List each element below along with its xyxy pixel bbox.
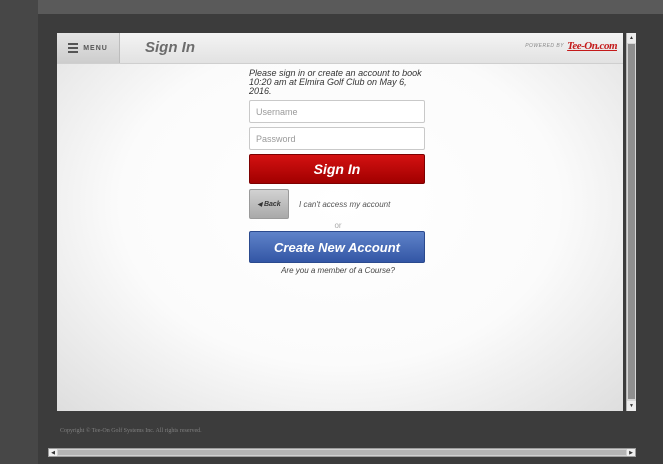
- sign-in-button[interactable]: Sign In: [249, 154, 425, 184]
- menu-label: MENU: [83, 44, 108, 52]
- left-window-border: [0, 0, 38, 464]
- powered-by-logo[interactable]: POWERED BY Tee-On.com: [525, 40, 617, 52]
- back-row: ◀ Back I can't access my account: [249, 189, 427, 219]
- hamburger-icon: [68, 43, 79, 53]
- down-arrow-icon[interactable]: ▼: [627, 401, 636, 411]
- header-bar: MENU Sign In POWERED BY Tee-On.com: [57, 33, 623, 64]
- sign-in-form: Please sign in or create an account to b…: [249, 69, 427, 275]
- sign-in-frame: MENU Sign In POWERED BY Tee-On.com Pleas…: [57, 33, 623, 411]
- powered-by-text: POWERED BY: [525, 43, 565, 49]
- or-separator: or: [334, 221, 342, 230]
- scroll-left-icon[interactable]: ◀: [49, 449, 57, 456]
- left-arrow-icon: ◀: [257, 201, 262, 208]
- up-arrow-icon[interactable]: ▲: [627, 33, 636, 43]
- back-label: Back: [263, 200, 281, 208]
- top-window-border: [38, 0, 663, 14]
- tee-on-logo: Tee-On.com: [567, 40, 617, 52]
- horizontal-scroll-thumb[interactable]: [58, 450, 626, 455]
- course-member-link[interactable]: Are you a member of a Course?: [249, 266, 427, 275]
- create-account-button[interactable]: Create New Account: [249, 231, 425, 263]
- cant-access-link[interactable]: I can't access my account: [299, 200, 390, 209]
- menu-button[interactable]: MENU: [57, 33, 120, 63]
- vertical-scroll-thumb[interactable]: [628, 44, 635, 399]
- back-button[interactable]: ◀ Back: [249, 189, 289, 219]
- intro-text: Please sign in or create an account to b…: [249, 68, 422, 96]
- password-field[interactable]: [249, 127, 425, 150]
- vertical-scrollbar[interactable]: ▲ ▼: [626, 33, 636, 411]
- horizontal-scrollbar[interactable]: ◀ ▶: [48, 448, 636, 457]
- copyright-text: Copyright © Tee-On Golf Systems Inc. All…: [60, 428, 202, 434]
- username-field[interactable]: [249, 100, 425, 123]
- page-title: Sign In: [145, 39, 195, 56]
- scroll-right-icon[interactable]: ▶: [627, 449, 635, 456]
